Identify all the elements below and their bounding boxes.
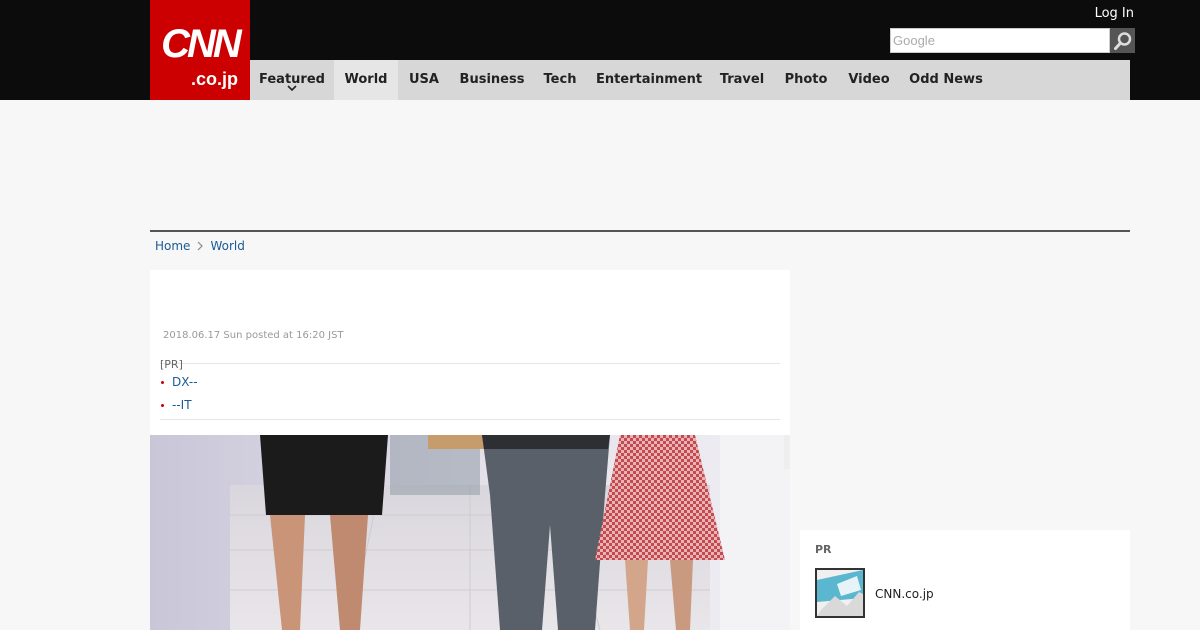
search-input[interactable] [890,28,1110,53]
nav-item-travel[interactable]: Travel [712,60,772,100]
nav-item-tech[interactable]: Tech [534,60,586,100]
nav-item-world[interactable]: World [334,60,398,100]
search-icon [1113,31,1131,50]
nav-item-business[interactable]: Business [450,60,534,100]
article-date: 2018.06.17 Sun posted at 16:20 JST [163,330,344,341]
pr-link[interactable]: --IT [161,397,192,413]
pr-divider-top [160,363,780,364]
login-link[interactable]: Log In [1095,6,1134,22]
pr-label: [PR] [160,358,183,371]
breadcrumb: Home World [155,238,245,254]
main-nav: Featured World USA Business Tech Enterta… [250,60,1130,100]
nav-item-label: Video [848,72,890,87]
nav-item-photo[interactable]: Photo [772,60,840,100]
sidebar-thumbnail[interactable] [815,568,865,618]
breadcrumb-world[interactable]: World [210,238,244,254]
section-divider [150,230,1130,232]
nav-item-label: Business [459,72,525,87]
breadcrumb-home[interactable]: Home [155,238,190,254]
article-photo [150,435,790,630]
nav-item-label: Odd News [909,72,983,87]
sidebar-pr-label: PR [815,543,832,556]
bullet-icon [161,403,164,407]
pr-link-label: DX-- [172,375,198,389]
nav-item-label: USA [409,72,439,87]
nav-item-label: Travel [719,72,765,87]
logo-wordmark: CNN [161,22,242,66]
pr-link-label: --IT [172,398,192,412]
chevron-down-icon [250,85,334,95]
article-card: 2018.06.17 Sun posted at 16:20 JST [PR] … [150,270,790,630]
top-header: CNN .co.jp Log In Featured World USA Bus… [0,0,1200,100]
bullet-icon [161,380,164,384]
nav-item-entertainment[interactable]: Entertainment [586,60,712,100]
sidebar-pr-box: PR CNN.co.jp [800,530,1130,630]
nav-item-label: Tech [543,72,577,87]
nav-item-label: Photo [784,72,828,87]
chevron-right-icon [197,241,204,251]
nav-item-label: World [344,72,388,87]
nav-item-usa[interactable]: USA [398,60,450,100]
nav-item-odd-news[interactable]: Odd News [898,60,994,100]
pr-link[interactable]: DX-- [161,374,198,390]
nav-item-featured[interactable]: Featured [250,60,334,100]
search-button[interactable] [1110,28,1135,53]
nav-item-label: Entertainment [595,72,703,87]
sidebar-item-title[interactable]: CNN.co.jp [875,587,934,602]
logo-domain: .co.jp [190,69,238,89]
cnn-logo[interactable]: CNN .co.jp [150,0,250,100]
pr-divider-bottom [160,419,780,420]
nav-item-video[interactable]: Video [840,60,898,100]
